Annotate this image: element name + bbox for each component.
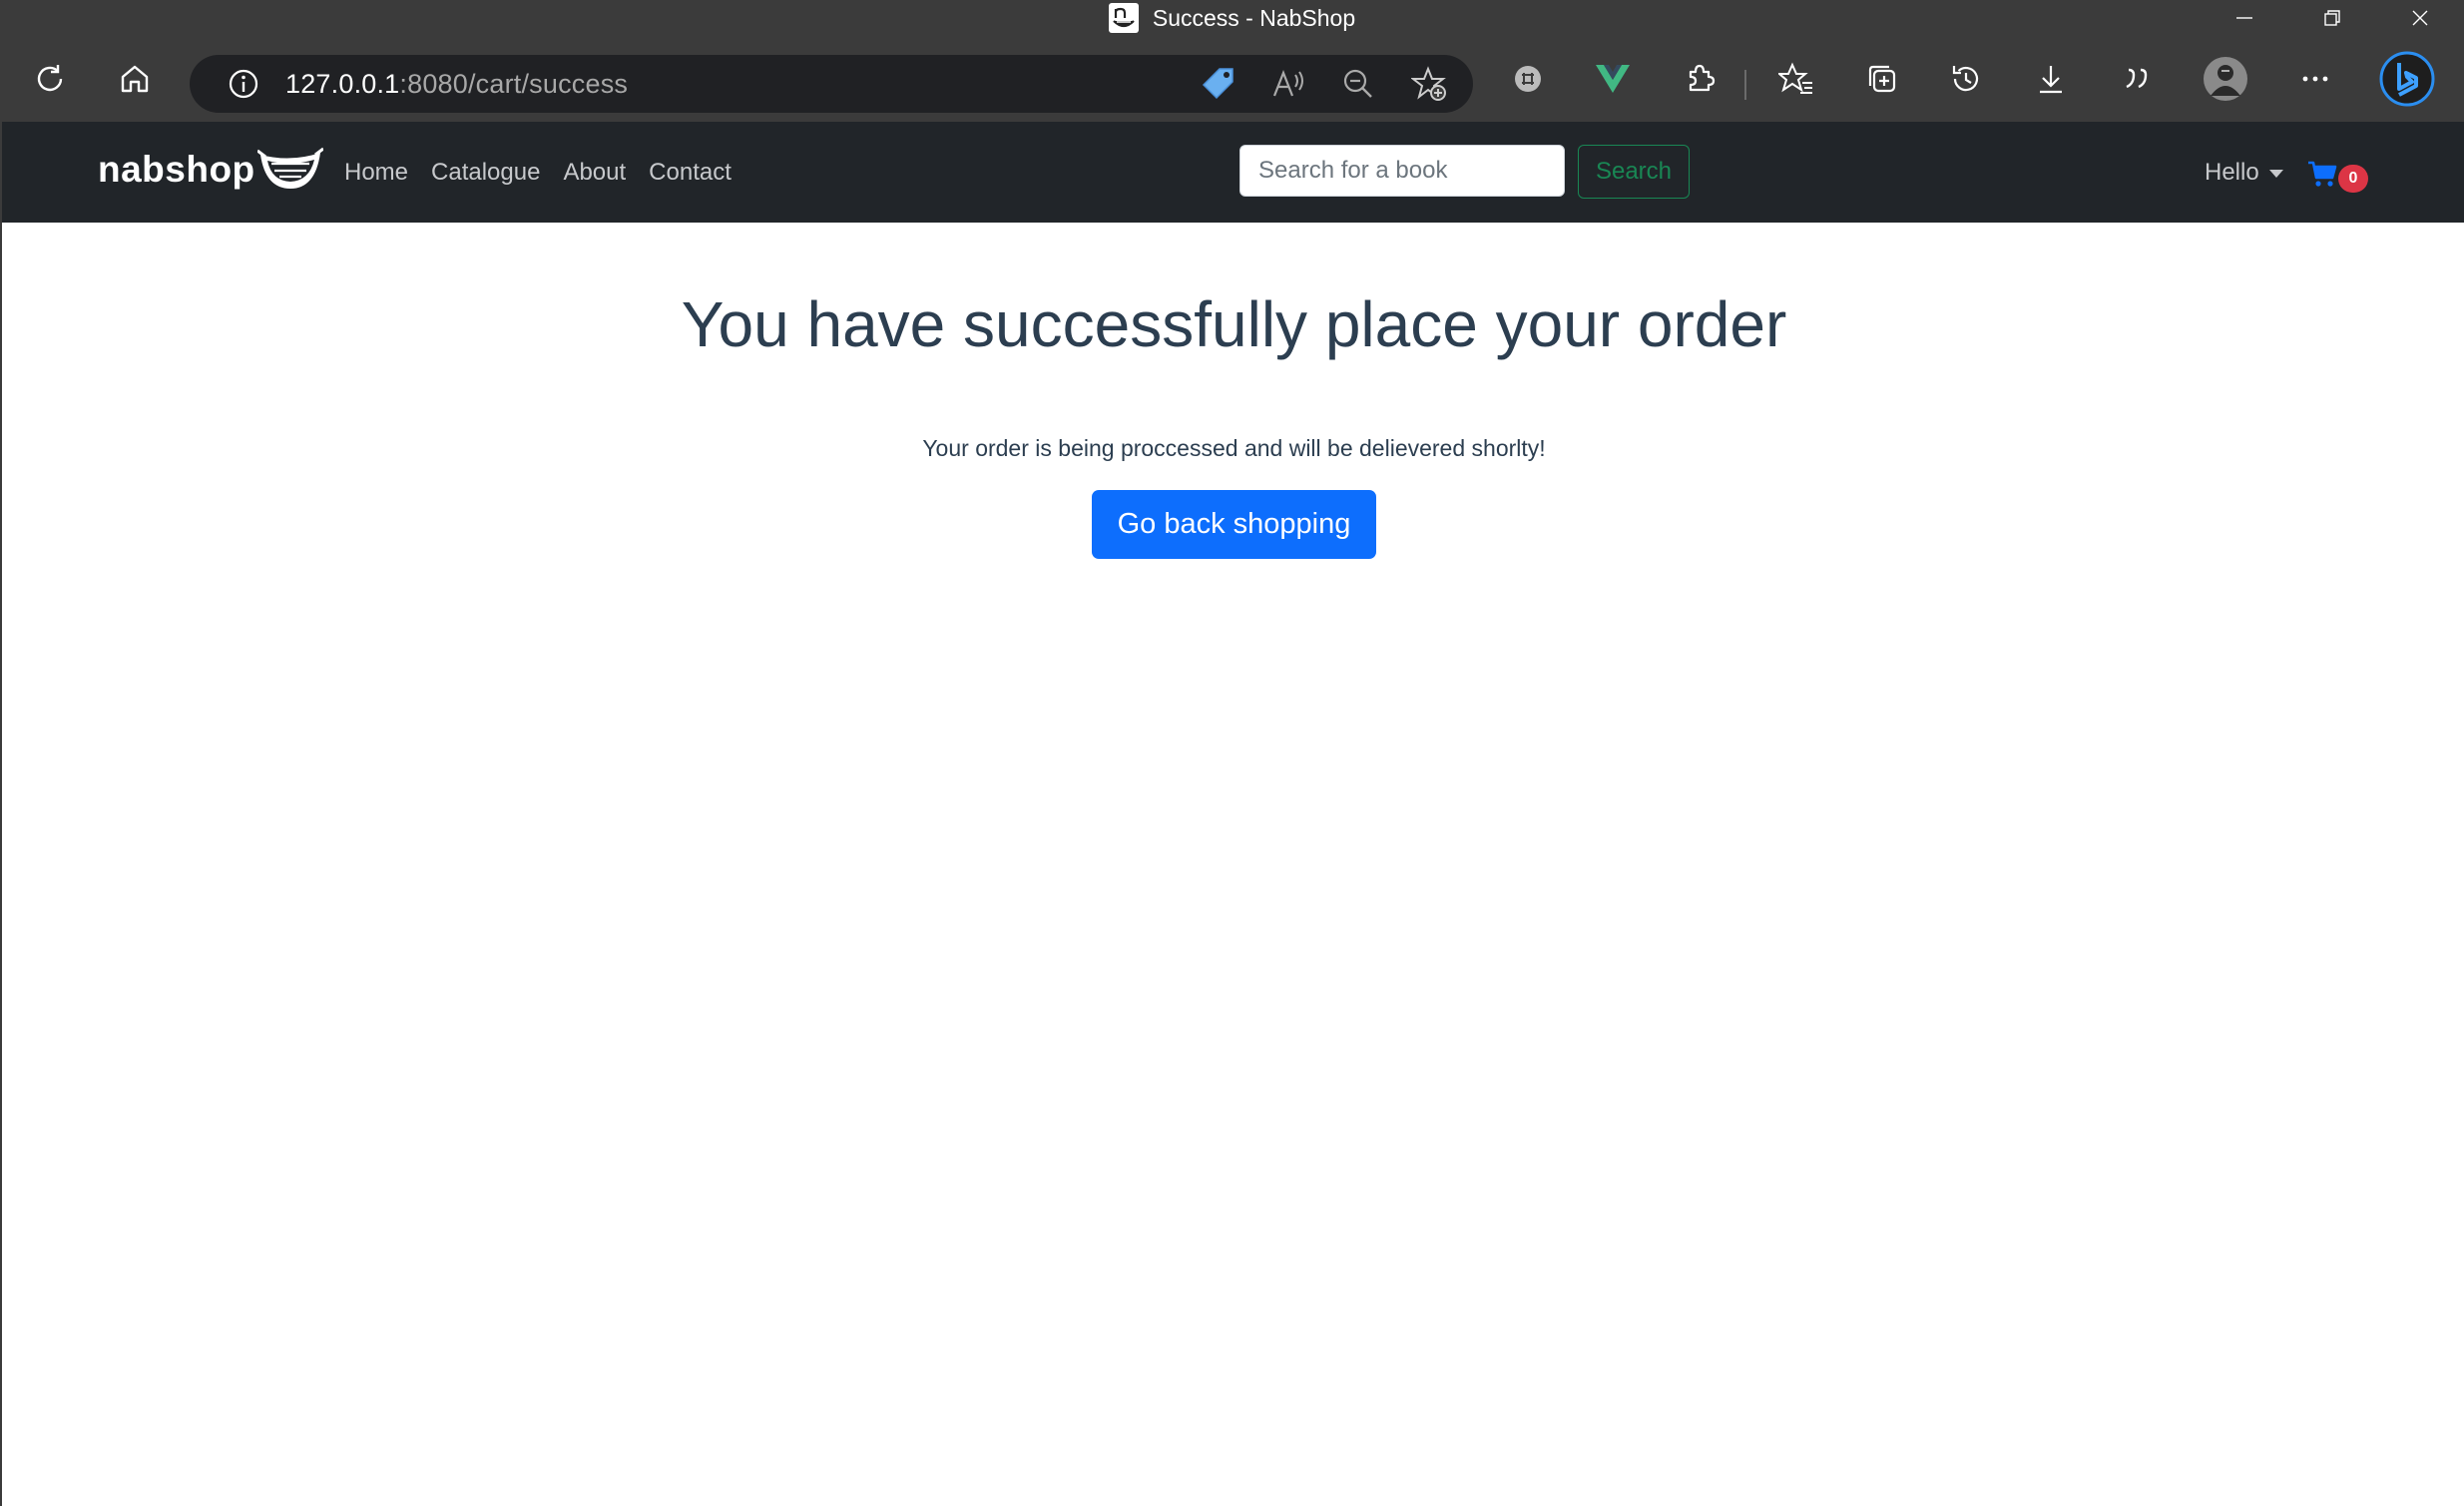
- toolbar-separator: [1744, 70, 1746, 100]
- user-menu-dropdown[interactable]: Hello: [2205, 122, 2283, 223]
- close-window-button[interactable]: [2376, 0, 2464, 36]
- user-menu-label: Hello: [2205, 158, 2259, 186]
- window-title: Success - NabShop: [1152, 4, 1356, 31]
- nav-link-home[interactable]: Home: [344, 159, 408, 187]
- quote-icon[interactable]: [2114, 55, 2162, 103]
- order-status-message: Your order is being proccessed and will …: [922, 435, 1546, 461]
- brand-name: nabshop: [98, 149, 255, 190]
- extensions-icon[interactable]: [1676, 55, 1724, 103]
- window-title-bar: Success - NabShop: [0, 0, 2464, 36]
- cart-count-badge: 0: [2338, 165, 2368, 193]
- zoom-out-icon[interactable]: [1334, 60, 1382, 108]
- nav-link-about[interactable]: About: [563, 159, 626, 187]
- minimize-button[interactable]: [2201, 0, 2288, 36]
- add-favorite-icon[interactable]: [1405, 60, 1453, 108]
- site-navbar: nabshop Home Catalogue About Contact Sea…: [2, 122, 2464, 223]
- address-bar[interactable]: 127.0.0.1:8080/cart/success: [190, 55, 1473, 113]
- home-icon[interactable]: [111, 55, 159, 103]
- url-text[interactable]: 127.0.0.1:8080/cart/success: [285, 55, 628, 113]
- restore-button[interactable]: [2288, 0, 2376, 36]
- page-title: You have successfully place your order: [681, 288, 1787, 360]
- site-info-icon[interactable]: [220, 60, 267, 108]
- nabshop-logo-icon: [1108, 3, 1139, 33]
- downloads-icon[interactable]: [2027, 55, 2075, 103]
- extension-icon[interactable]: [1504, 55, 1552, 103]
- url-path: :8080/cart/success: [399, 68, 629, 99]
- search-input[interactable]: [1239, 145, 1565, 197]
- nav-link-catalogue[interactable]: Catalogue: [431, 159, 540, 187]
- cart-button[interactable]: 0: [2307, 156, 2368, 196]
- more-icon[interactable]: [2291, 55, 2339, 103]
- history-icon[interactable]: [1942, 55, 1990, 103]
- caret-down-icon: [2268, 169, 2283, 178]
- go-back-shopping-button[interactable]: Go back shopping: [1092, 490, 1376, 559]
- profile-avatar[interactable]: [2202, 55, 2249, 103]
- tag-icon[interactable]: [1195, 60, 1242, 108]
- bing-icon[interactable]: [2377, 49, 2437, 109]
- favorites-icon[interactable]: [1772, 55, 1820, 103]
- nav-link-contact[interactable]: Contact: [649, 159, 732, 187]
- smile-logo-icon: [255, 143, 324, 198]
- vue-icon[interactable]: [1589, 55, 1637, 103]
- search-button[interactable]: Search: [1578, 145, 1690, 199]
- url-host: 127.0.0.1: [285, 68, 400, 99]
- refresh-icon[interactable]: [26, 55, 74, 103]
- browser-toolbar: 127.0.0.1:8080/cart/success: [0, 36, 2464, 122]
- brand-logo[interactable]: nabshop: [98, 140, 324, 200]
- nav-links: Home Catalogue About Contact: [344, 122, 732, 223]
- read-aloud-icon[interactable]: [1264, 60, 1312, 108]
- collections-icon[interactable]: [1858, 55, 1906, 103]
- cart-icon: [2307, 160, 2337, 193]
